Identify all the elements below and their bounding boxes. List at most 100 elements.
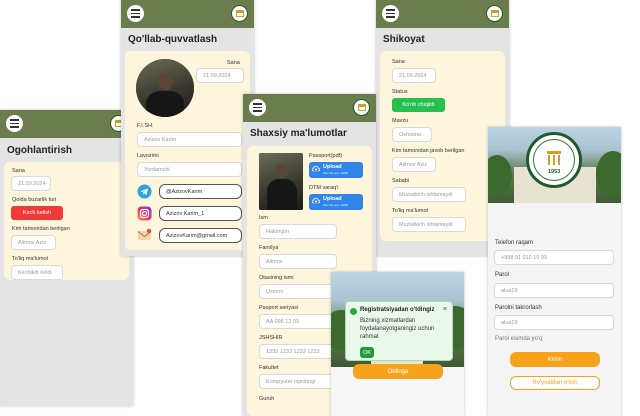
date-field[interactable]: 21.09.2024	[196, 68, 244, 83]
registration-success-screen: Oldinga Registratsiyadan o'tdingiz × Biz…	[331, 272, 464, 416]
first-name-label: Ism	[259, 215, 268, 221]
name-field[interactable]: Azizov Karim	[137, 132, 242, 147]
page-title: Qo'llab-quvvatlash	[128, 34, 218, 45]
password-label: Parol	[495, 272, 510, 278]
warning-card: Sana 21.09.2024 Qoida buzarlik turi Kech…	[4, 162, 129, 280]
university-logo-icon	[353, 99, 370, 116]
upload-cloud-icon	[312, 197, 320, 204]
emblem-year: 1953	[548, 169, 561, 175]
university-logo-icon	[231, 5, 248, 22]
top-bar	[243, 94, 376, 122]
responder-field[interactable]: Alimov Aziz	[392, 157, 436, 172]
date-field[interactable]: 21.09.2024	[392, 68, 436, 83]
top-bar	[0, 110, 133, 138]
register-button[interactable]: Ro'yxatdan o'tish	[510, 376, 600, 390]
upload-cloud-icon	[312, 165, 320, 172]
passport-label: Passport(pdf)	[309, 153, 343, 159]
passport-series-label: Pasport seriyasi	[259, 305, 299, 311]
details-label: To'liq ma'lumot	[392, 208, 429, 214]
faculty-input[interactable]: Kompyuter injiniringi	[259, 374, 337, 389]
menu-icon[interactable]	[6, 115, 23, 132]
responder-label: Kim tamonidan javob berilgan	[392, 148, 465, 154]
university-emblem: 1953	[526, 132, 582, 188]
status-badge: Ko'rib chiqildi	[392, 98, 445, 112]
upload-hint: Max file size 10MB	[323, 171, 349, 175]
position-label: Lavozimi	[137, 153, 159, 159]
passport-series-input[interactable]: AA 098 12 09	[259, 314, 337, 329]
upload-label: Upload	[323, 196, 342, 202]
profile-photo	[136, 59, 194, 117]
instagram-row[interactable]: Azizov Karim_1	[137, 206, 243, 221]
date-label: Sana	[227, 60, 240, 66]
date-label: Sana	[12, 168, 25, 174]
complaint-card: Sana 21.09.2024 Status Ko'rib chiqildi M…	[380, 51, 505, 241]
forgot-password-link[interactable]: Parol esimda yo'q	[495, 336, 543, 342]
mail-icon	[137, 228, 152, 240]
topic-label: Mavzu	[392, 118, 409, 124]
father-name-input[interactable]: Usmon	[259, 284, 337, 299]
page-title: Ogohlantirish	[7, 145, 72, 156]
upload-label: Upload	[323, 164, 342, 170]
support-screen: Qo'llab-quvvatlash Sana 21.09.2024 F.I.S…	[121, 0, 254, 256]
reason-label: Sababi	[392, 178, 410, 184]
toast-message: Bizning xizmatlardan foydalanayotganingi…	[360, 318, 435, 340]
register-screen: 1953 Telefon raqam +998 91 010 19 99 Par…	[488, 127, 621, 416]
father-name-label: Otasining ismi	[259, 275, 294, 281]
last-name-input[interactable]: Alimov	[259, 254, 337, 269]
reason-field[interactable]: Muzlatkich ishlamaydi	[392, 187, 466, 202]
first-name-input[interactable]: Hakimjon	[259, 224, 337, 239]
details-label: To'liq ma'lumot	[12, 256, 49, 262]
faculty-label: Fakultet	[259, 365, 279, 371]
toast-title: Registratsiyadan o'tdingiz	[360, 307, 435, 313]
pinfl-label: JSHSHIR	[259, 335, 283, 341]
support-card: Sana 21.09.2024 F.I.SH. Azizov Karim Lav…	[125, 51, 250, 250]
ok-button[interactable]: OK	[360, 347, 374, 358]
email-row[interactable]: AzizovKarim@gmail.com	[137, 228, 243, 243]
topic-field[interactable]: Oshxona	[392, 127, 432, 142]
group-label: Guruh	[259, 396, 275, 402]
password-input[interactable]: alua19	[494, 283, 614, 298]
university-logo-icon	[486, 5, 503, 22]
position-field[interactable]: Yordamchi	[137, 162, 242, 177]
telegram-row[interactable]: @AzizovKarim	[137, 184, 243, 199]
violation-badge: Kech kelish	[11, 206, 63, 220]
name-label: F.I.SH.	[137, 123, 154, 129]
dtm-upload-button[interactable]: Upload Max file size 10MB	[309, 194, 363, 210]
pinfl-input[interactable]: 1333 1233 1233 1233	[259, 344, 337, 359]
violation-label: Qoida buzarlik turi	[12, 197, 57, 203]
menu-icon[interactable]	[127, 5, 144, 22]
profile-photo	[259, 153, 303, 210]
phone-input[interactable]: +998 91 010 19 99	[494, 250, 614, 265]
success-toast: Registratsiyadan o'tdingiz × Bizning xiz…	[345, 301, 453, 361]
issuer-label: Kim tamonidan berilgan	[12, 226, 70, 232]
close-icon[interactable]: ×	[443, 306, 447, 313]
passport-upload-button[interactable]: Upload Max file size 10MB	[309, 162, 363, 178]
telegram-icon	[137, 184, 152, 199]
next-button[interactable]: Oldinga	[353, 364, 443, 379]
instagram-field[interactable]: Azizov Karim_1	[159, 206, 242, 221]
status-label: Status	[392, 89, 408, 95]
date-label: Sana	[392, 59, 405, 65]
details-field[interactable]: Muzlatkich ishlamaydi	[392, 217, 466, 232]
check-circle-icon	[350, 308, 357, 315]
date-field[interactable]: 21.09.2024	[11, 176, 51, 191]
email-field[interactable]: AzizovKarim@gmail.com	[159, 228, 242, 243]
top-bar	[376, 0, 509, 28]
instagram-icon	[137, 206, 152, 221]
login-button[interactable]: Kirish	[510, 352, 600, 367]
issuer-field[interactable]: Alimov Aziz	[11, 235, 56, 250]
last-name-label: Familya	[259, 245, 279, 251]
menu-icon[interactable]	[249, 99, 266, 116]
menu-icon[interactable]	[382, 5, 399, 22]
page-title: Shikoyat	[383, 34, 425, 45]
dtm-label: DTM varaq'i	[309, 185, 339, 191]
telegram-field[interactable]: @AzizovKarim	[159, 184, 242, 199]
password-repeat-label: Parolni takrorlash	[495, 305, 542, 311]
phone-label: Telefon raqam	[495, 240, 534, 246]
page-title: Shaxsiy ma'lumotlar	[250, 128, 347, 139]
password-repeat-input[interactable]: alua19	[494, 315, 614, 330]
warning-screen: Ogohlantirish Sana 21.09.2024 Qoida buza…	[0, 110, 133, 406]
top-bar	[121, 0, 254, 28]
upload-hint: Max file size 10MB	[323, 203, 349, 207]
details-field[interactable]: Kechikib keldi	[11, 265, 63, 280]
